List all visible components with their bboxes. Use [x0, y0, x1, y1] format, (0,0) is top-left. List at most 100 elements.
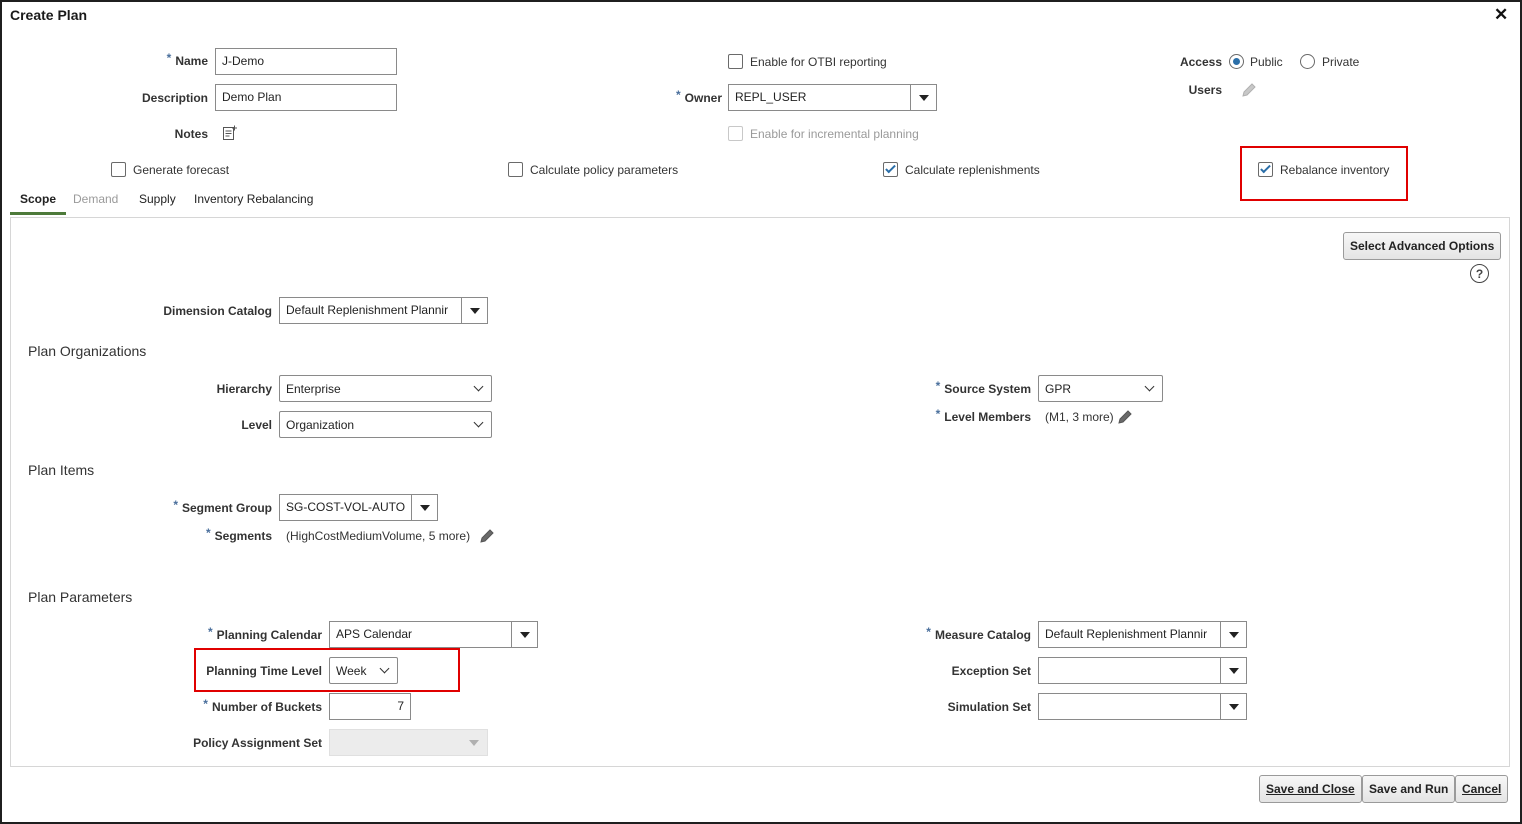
public-label: Public	[1250, 55, 1283, 69]
cancel-button[interactable]: Cancel	[1455, 775, 1509, 803]
otbi-label: Enable for OTBI reporting	[750, 55, 887, 69]
dialog-title: Create Plan	[10, 7, 88, 23]
tab-demand: Demand	[73, 192, 119, 206]
tab-scope[interactable]: Scope	[10, 192, 67, 215]
owner-dropdown-button[interactable]	[910, 85, 936, 110]
rebalance-checkbox[interactable]	[1258, 162, 1273, 177]
notes-label: Notes	[174, 127, 208, 141]
number-of-buckets-input[interactable]: 7	[329, 693, 411, 720]
planning-calendar-label: * Planning Calendar	[207, 625, 322, 642]
incremental-checkbox	[728, 126, 743, 141]
measure-catalog-dropdown-button[interactable]	[1220, 622, 1246, 647]
dropdown-icon	[1228, 631, 1239, 638]
save-and-close-button[interactable]: Save and Close	[1259, 775, 1362, 803]
select-advanced-options-button[interactable]: Select Advanced Options	[1343, 232, 1502, 260]
calc-replenishments-checkbox[interactable]	[883, 162, 898, 177]
level-value: Organization	[286, 417, 355, 432]
measure-catalog-combobox[interactable]: Default Replenishment Plannir	[1038, 621, 1247, 648]
private-radio[interactable]	[1300, 54, 1315, 69]
segment-group-combobox[interactable]: SG-COST-VOL-AUTO	[279, 494, 438, 521]
close-icon[interactable]: ✕	[1494, 5, 1508, 25]
otbi-checkbox[interactable]	[728, 54, 743, 69]
plan-items-heading: Plan Items	[28, 462, 95, 478]
notes-icon[interactable]	[221, 124, 239, 142]
tab-supply[interactable]: Supply	[139, 192, 176, 206]
source-system-label: * Source System	[935, 379, 1031, 396]
dropdown-icon	[469, 307, 480, 314]
segments-label: * Segments	[205, 526, 272, 543]
calc-policy-checkbox[interactable]	[508, 162, 523, 177]
policy-assignment-combobox	[329, 729, 488, 756]
hierarchy-value: Enterprise	[286, 381, 341, 396]
exception-set-dropdown-button[interactable]	[1220, 658, 1246, 683]
segment-group-value: SG-COST-VOL-AUTO	[286, 500, 406, 514]
simulation-set-dropdown-button[interactable]	[1220, 694, 1246, 719]
help-icon[interactable]: ?	[1470, 264, 1489, 283]
tab-inventory-rebalancing[interactable]: Inventory Rebalancing	[194, 192, 313, 206]
chevron-down-icon	[473, 417, 484, 428]
incremental-label: Enable for incremental planning	[750, 127, 919, 141]
dropdown-icon	[1228, 667, 1239, 674]
owner-label: * Owner	[675, 88, 722, 105]
exception-set-label: Exception Set	[951, 664, 1031, 678]
simulation-set-value	[1039, 694, 1220, 719]
save-and-run-button[interactable]: Save and Run	[1362, 775, 1456, 803]
chevron-down-icon	[379, 663, 390, 674]
owner-value: REPL_USER	[735, 90, 807, 104]
planning-time-level-value: Week	[336, 663, 367, 678]
simulation-set-combobox[interactable]	[1038, 693, 1247, 720]
rebalance-label: Rebalance inventory	[1280, 163, 1390, 177]
policy-assignment-label: Policy Assignment Set	[193, 736, 322, 750]
number-of-buckets-label: * Number of Buckets	[203, 697, 322, 714]
users-label: Users	[1188, 83, 1222, 97]
description-label: Description	[141, 91, 208, 105]
public-radio[interactable]	[1229, 54, 1244, 69]
level-members-value: (M1, 3 more)	[1045, 410, 1114, 424]
planning-time-level-select[interactable]: Week	[329, 657, 398, 684]
calc-policy-label: Calculate policy parameters	[530, 163, 679, 177]
edit-pencil-icon[interactable]	[1116, 408, 1134, 426]
exception-set-combobox[interactable]	[1038, 657, 1247, 684]
hierarchy-select[interactable]: Enterprise	[279, 375, 492, 402]
measure-catalog-value: Default Replenishment Plannir	[1045, 627, 1208, 641]
pencil-icon	[1240, 81, 1258, 99]
plan-parameters-heading: Plan Parameters	[28, 589, 133, 605]
plan-organizations-heading: Plan Organizations	[28, 343, 147, 359]
level-select[interactable]: Organization	[279, 411, 492, 438]
exception-set-value	[1039, 658, 1220, 683]
segments-value: (HighCostMediumVolume, 5 more)	[286, 529, 471, 543]
generate-forecast-checkbox[interactable]	[111, 162, 126, 177]
description-input[interactable]: Demo Plan	[215, 84, 397, 111]
measure-catalog-label: * Measure Catalog	[926, 625, 1031, 642]
name-input[interactable]: J-Demo	[215, 48, 397, 75]
planning-calendar-combobox[interactable]: APS Calendar	[329, 621, 538, 648]
checkmark-icon	[1260, 162, 1271, 174]
generate-forecast-label: Generate forecast	[133, 163, 230, 177]
source-system-value: GPR	[1045, 381, 1072, 396]
dimension-catalog-combobox[interactable]: Default Replenishment Plannir	[279, 297, 488, 324]
dimension-catalog-label: Dimension Catalog	[163, 304, 272, 318]
access-label: Access	[1179, 55, 1222, 69]
selected-dot-icon	[1233, 58, 1240, 65]
hierarchy-label: Hierarchy	[216, 382, 272, 396]
planning-calendar-dropdown-button[interactable]	[511, 622, 537, 647]
level-label: Level	[241, 418, 272, 432]
dropdown-icon	[918, 94, 929, 101]
dimension-catalog-dropdown-button[interactable]	[461, 298, 487, 323]
planning-time-level-label: Planning Time Level	[206, 664, 322, 678]
checkmark-icon	[885, 162, 896, 174]
source-system-select[interactable]: GPR	[1038, 375, 1163, 402]
dimension-catalog-value: Default Replenishment Plannir	[286, 303, 449, 317]
owner-combobox[interactable]: REPL_USER	[728, 84, 937, 111]
edit-pencil-icon[interactable]	[478, 527, 496, 545]
calc-replenishments-label: Calculate replenishments	[905, 163, 1040, 177]
chevron-down-icon	[1144, 381, 1155, 392]
segment-group-dropdown-button[interactable]	[411, 495, 437, 520]
dropdown-icon	[469, 739, 479, 746]
simulation-set-label: Simulation Set	[947, 700, 1031, 714]
planning-calendar-value: APS Calendar	[336, 627, 413, 641]
dropdown-icon	[519, 631, 530, 638]
private-label: Private	[1322, 55, 1360, 69]
name-label: * Name	[166, 51, 208, 68]
dropdown-icon	[1228, 703, 1239, 710]
